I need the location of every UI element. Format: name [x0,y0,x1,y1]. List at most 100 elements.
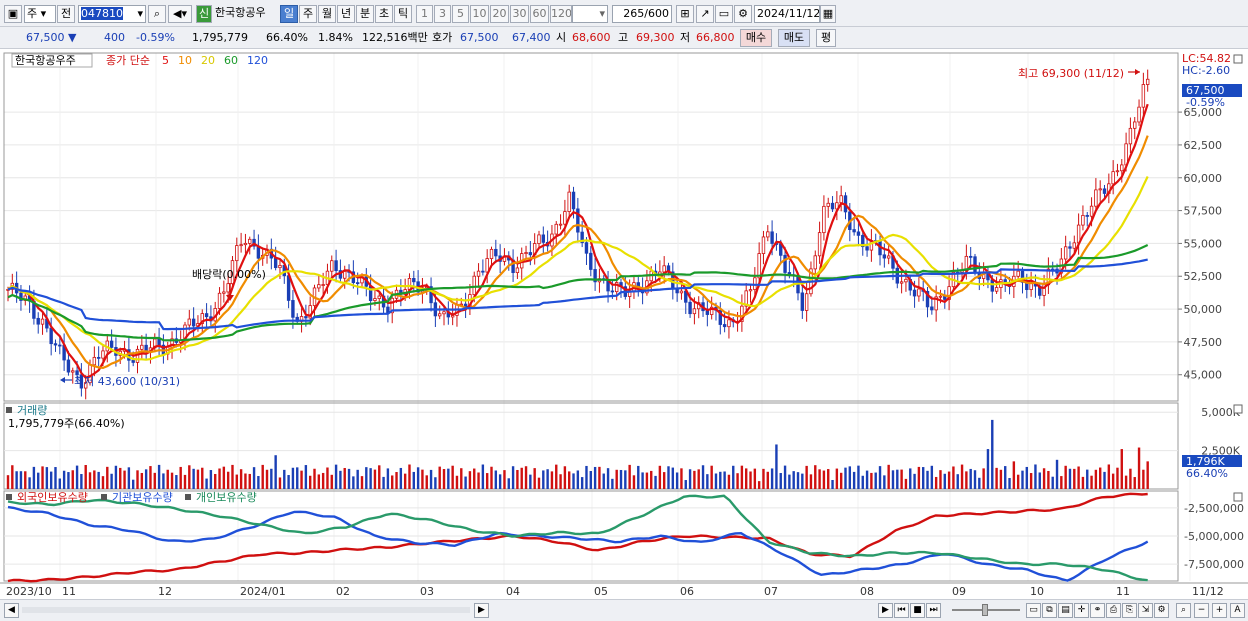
interval-button-30[interactable]: 30 [510,5,529,23]
interval-button-20[interactable]: 20 [490,5,509,23]
interval-button-3[interactable]: 3 [434,5,451,23]
interval-button-60[interactable]: 60 [530,5,549,23]
x-axis-label: 12 [158,585,172,598]
layout-icon[interactable]: ▭ [1026,603,1041,618]
volume-bar [1116,467,1119,489]
volume-bar [732,465,735,489]
volume-bar [6,475,10,489]
avg-button[interactable]: 평 [816,29,836,47]
volume-bar [909,468,912,489]
volume-bar [546,469,549,489]
prev-button[interactable]: 전 [57,5,75,23]
legend-ma-60: 60 [224,54,238,67]
search-zoom-icon[interactable]: ⌕ [1176,603,1191,618]
candle-body [766,231,770,238]
volume-bar [455,475,459,489]
dividend-annotation: 배당락(0.00%) [192,268,266,281]
date-input[interactable]: 2024/11/12 [754,5,820,23]
current-pct-label: -0.59% [1186,96,1225,109]
copy-icon[interactable]: ⎘ [1122,603,1137,618]
period-button-2[interactable]: 월 [318,5,336,23]
volume-bar [330,474,333,489]
zoom-in-icon[interactable]: + [1212,603,1227,618]
holding-axis-label: -7,500,000 [1184,558,1244,571]
period-button-5[interactable]: 초 [375,5,393,23]
draw-tool-icon[interactable]: ↗ [696,5,714,23]
period-button-1[interactable]: 주 [299,5,317,23]
zoom-slider-handle[interactable] [982,604,988,616]
candle-body [476,270,481,277]
export-icon[interactable]: ⇲ [1138,603,1153,618]
volume-bar [770,468,774,489]
period-button-6[interactable]: 틱 [394,5,412,23]
volume-bar [339,470,342,489]
interval-button-5[interactable]: 5 [452,5,469,23]
interval-dropdown-icon[interactable]: ▾ [599,6,605,22]
scroll-left-icon[interactable]: ◀ [4,603,19,618]
indicator-icon[interactable]: ⊞ [676,5,694,23]
volume-bar [67,472,70,489]
horizontal-scrollbar[interactable] [22,607,470,613]
candle-body [770,231,774,244]
candle-body [800,292,805,311]
code-dropdown-icon[interactable]: ▾ [137,6,143,22]
window-menu-icon[interactable]: ▣ [4,5,22,23]
price-axis-label: 60,000 [1184,172,1223,185]
candle-body [852,229,856,233]
volume-bar [585,465,588,489]
volume-bar [568,471,571,489]
interval-button-1[interactable]: 1 [416,5,433,23]
candle-body [291,300,295,318]
holding-label-icon [185,494,191,500]
save-icon[interactable]: ▭ [715,5,733,23]
market-select[interactable]: 주 ▾ [24,5,56,23]
volume-bar [365,467,368,489]
rewind-icon[interactable]: ⏮ [894,603,909,618]
split-icon[interactable]: ⧉ [1042,603,1057,618]
period-button-0[interactable]: 일 [280,5,298,23]
volume-bar [805,465,808,489]
x-axis-label: 09 [952,585,966,598]
crosshair-icon[interactable]: ✛ [1074,603,1089,618]
calendar-icon[interactable]: ▦ [820,5,836,23]
stock-chart[interactable]: 65,00062,50060,00057,50055,00052,50050,0… [0,49,1248,599]
volume-bar [606,468,610,489]
speaker-icon[interactable]: ◀▾ [168,5,192,23]
interval-select[interactable]: ▾ [572,5,608,23]
tile-icon[interactable]: ▤ [1058,603,1073,618]
sell-button[interactable]: 매도 [778,29,810,47]
volume-bar [982,468,985,489]
print-icon[interactable]: ⎙ [1106,603,1121,618]
x-axis-label: 11 [1116,585,1130,598]
link-icon[interactable]: ⚭ [1090,603,1105,618]
chart-background [0,49,1248,599]
fastforward-icon[interactable]: ⏭ [926,603,941,618]
interval-button-120[interactable]: 120 [550,5,572,23]
volume-bar [714,473,718,489]
interval-button-10[interactable]: 10 [470,5,489,23]
search-icon[interactable]: ⌕ [148,5,166,23]
x-axis-label: 11 [62,585,76,598]
period-button-4[interactable]: 분 [356,5,374,23]
font-size-icon[interactable]: A [1230,603,1245,618]
volume-bar [559,474,562,489]
period-button-3[interactable]: 년 [337,5,355,23]
play-icon[interactable]: ▶ [878,603,893,618]
scroll-right-icon[interactable]: ▶ [474,603,489,618]
gear-icon[interactable]: ⚙ [734,5,752,23]
count-input[interactable]: 265/600 [612,5,672,23]
candle-body [1029,283,1033,290]
volume-bar [317,474,321,489]
settings-small-icon[interactable]: ⚙ [1154,603,1169,618]
volume-bar [28,477,31,489]
candle-body [541,234,546,243]
quote-change: 400 [104,31,125,44]
candle-body [1145,78,1150,85]
buy-button[interactable]: 매수 [740,29,772,47]
zoom-out-icon[interactable]: − [1194,603,1209,618]
candle-body [804,293,809,311]
stop-icon[interactable]: ■ [910,603,925,618]
volume-bar [1129,468,1132,489]
volume-bar [179,466,182,489]
stock-code-input[interactable]: 047810 ▾ [78,5,146,23]
